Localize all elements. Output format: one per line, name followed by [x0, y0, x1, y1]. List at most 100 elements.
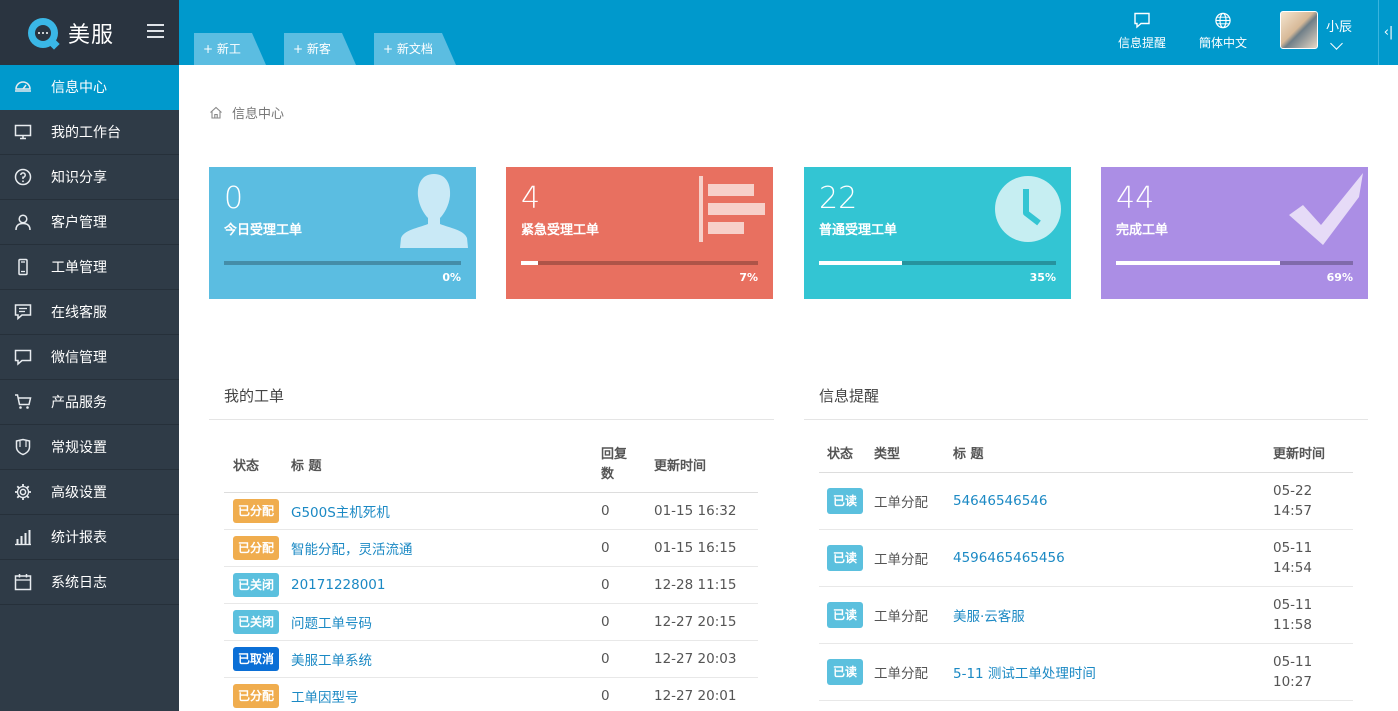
- new-customer-tab[interactable]: + 新客户: [284, 33, 356, 88]
- stat-label: 紧急受理工单: [521, 223, 600, 238]
- status-badge: 已读: [827, 601, 864, 628]
- sidebar-item-label: 信息中心: [51, 80, 107, 96]
- sidebar-item-label: 系统日志: [51, 575, 107, 591]
- hamburger-menu-icon[interactable]: [147, 24, 164, 38]
- user-menu[interactable]: 小辰: [1280, 11, 1352, 50]
- updated-time: 12-28 11:15: [654, 566, 758, 604]
- new-ticket-tab[interactable]: + 新工单: [194, 33, 266, 88]
- stat-progress-track: [1116, 261, 1353, 265]
- ticket-link[interactable]: 美服工单系统: [291, 653, 372, 669]
- col-updated: 更新时间: [654, 438, 758, 493]
- sidebar-item-10[interactable]: 统计报表: [0, 515, 179, 560]
- updated-time: 12-27 20:01: [654, 677, 758, 711]
- status-badge: 已分配: [233, 498, 280, 523]
- reminder-link[interactable]: 54646546546: [953, 493, 1047, 509]
- table-row: 已读 工单分配 54646546546 05-22 14:57: [819, 472, 1353, 530]
- reminder-link[interactable]: 5-11 测试工单处理时间: [953, 666, 1096, 682]
- chat-lines-icon: [14, 303, 32, 321]
- reply-count: 0: [601, 529, 654, 567]
- sidebar-item-label: 常规设置: [51, 440, 107, 456]
- col-updated: 更新时间: [1273, 434, 1353, 473]
- gear-icon: [14, 483, 32, 501]
- ticket-link[interactable]: 工单因型号: [291, 690, 359, 706]
- table-row: 已取消 美服工单系统 0 12-27 20:03: [224, 640, 758, 678]
- status-badge: 已读: [827, 487, 864, 514]
- stat-progress-fill: [1116, 261, 1280, 265]
- col-subject: 标 题: [953, 434, 1273, 473]
- col-subject: 标 题: [291, 438, 601, 493]
- sidebar-item-5[interactable]: 在线客服: [0, 290, 179, 335]
- status-badge: 已关闭: [233, 609, 280, 634]
- sidebar-item-7[interactable]: 产品服务: [0, 380, 179, 425]
- updated-time: 12-27 20:15: [654, 603, 758, 641]
- sidebar-item-label: 高级设置: [51, 485, 107, 501]
- reminder-link[interactable]: 4596465465456: [953, 550, 1065, 566]
- sidebar-item-6[interactable]: 微信管理: [0, 335, 179, 380]
- divider: [804, 419, 1368, 420]
- stat-progress-fill: [819, 261, 902, 265]
- notify-button[interactable]: 信息提醒: [1118, 12, 1166, 51]
- status-badge: 已分配: [233, 683, 280, 708]
- stat-card-completed: 44 完成工单 69%: [1101, 167, 1368, 299]
- reply-count: 0: [601, 603, 654, 641]
- updated-time: 10:27: [1273, 673, 1312, 690]
- my-tickets-title: 我的工单: [224, 387, 285, 405]
- ticket-link[interactable]: 20171228001: [291, 577, 385, 593]
- shield-icon: [14, 438, 32, 456]
- ticket-link[interactable]: 智能分配，灵活流通: [291, 542, 413, 558]
- monitor-icon: [14, 123, 32, 141]
- sidebar-item-label: 微信管理: [51, 350, 107, 366]
- stat-card-normal: 22 普通受理工单 35%: [804, 167, 1071, 299]
- top-bar: + 新工单 + 新客户 + 新文档 信息提醒 簡体中文 小辰 ‹|: [179, 0, 1398, 88]
- stat-percent: 7%: [739, 271, 758, 284]
- cart-icon: [14, 393, 32, 411]
- stat-value: 4: [521, 181, 541, 216]
- stat-value: 44: [1116, 181, 1155, 216]
- status-badge: 已读: [827, 658, 864, 685]
- stat-card-urgent: 4 紧急受理工单 7%: [506, 167, 773, 299]
- updated-time: 14:57: [1273, 502, 1312, 519]
- chat-bubble-icon: [14, 348, 32, 366]
- collapse-panel-button[interactable]: ‹|: [1378, 0, 1398, 65]
- sidebar-item-label: 我的工作台: [51, 125, 121, 141]
- stat-progress-track: [224, 261, 461, 265]
- reminder-link[interactable]: 美服·云客服: [953, 609, 1025, 625]
- sidebar-item-1[interactable]: 我的工作台: [0, 110, 179, 155]
- sidebar-item-3[interactable]: 客户管理: [0, 200, 179, 245]
- table-row: 已分配 G500S主机死机 0 01-15 16:32: [224, 492, 758, 530]
- stat-value: 0: [224, 181, 244, 216]
- sidebar-item-0[interactable]: 信息中心: [0, 65, 179, 110]
- clock-icon: [995, 176, 1061, 242]
- new-document-tab[interactable]: + 新文档: [374, 33, 456, 65]
- language-button[interactable]: 簡体中文: [1199, 12, 1247, 51]
- message-icon: [1134, 12, 1150, 29]
- updated-date: 05-11: [1273, 653, 1313, 670]
- sidebar-item-4[interactable]: 工单管理: [0, 245, 179, 290]
- divider: [209, 419, 774, 420]
- table-row: 已关闭 20171228001 0 12-28 11:15: [224, 566, 758, 604]
- stat-progress-track: [819, 261, 1056, 265]
- calendar-icon: [14, 573, 32, 591]
- sidebar-item-9[interactable]: 高级设置: [0, 470, 179, 515]
- home-icon[interactable]: [209, 106, 223, 119]
- reminders-title: 信息提醒: [819, 387, 880, 405]
- table-row: 已读 工单分配 4596465465456 05-11 14:54: [819, 529, 1353, 587]
- updated-time: 14:54: [1273, 559, 1312, 576]
- reply-count: 0: [601, 492, 654, 530]
- updated-time: 01-15 16:15: [654, 529, 758, 567]
- ticket-link[interactable]: G500S主机死机: [291, 505, 390, 521]
- sidebar-item-11[interactable]: 系统日志: [0, 560, 179, 605]
- ticket-link[interactable]: 问题工单号码: [291, 616, 372, 632]
- status-badge: 已分配: [233, 535, 280, 560]
- sidebar-item-label: 知识分享: [51, 170, 107, 186]
- updated-date: 05-11: [1273, 596, 1313, 613]
- bar-chart-icon: [14, 528, 32, 546]
- sidebar-item-8[interactable]: 常规设置: [0, 425, 179, 470]
- brand-name: 美服: [68, 22, 115, 48]
- reminder-type: 工单分配: [874, 586, 953, 644]
- col-status: 状态: [819, 434, 874, 473]
- reminder-type: 工单分配: [874, 643, 953, 701]
- sidebar: 美服 信息中心我的工作台知识分享客户管理 工单管理 在线客服微信管理产品服务常规设置…: [0, 0, 179, 711]
- question-circle-icon: [14, 168, 32, 186]
- sidebar-item-2[interactable]: 知识分享: [0, 155, 179, 200]
